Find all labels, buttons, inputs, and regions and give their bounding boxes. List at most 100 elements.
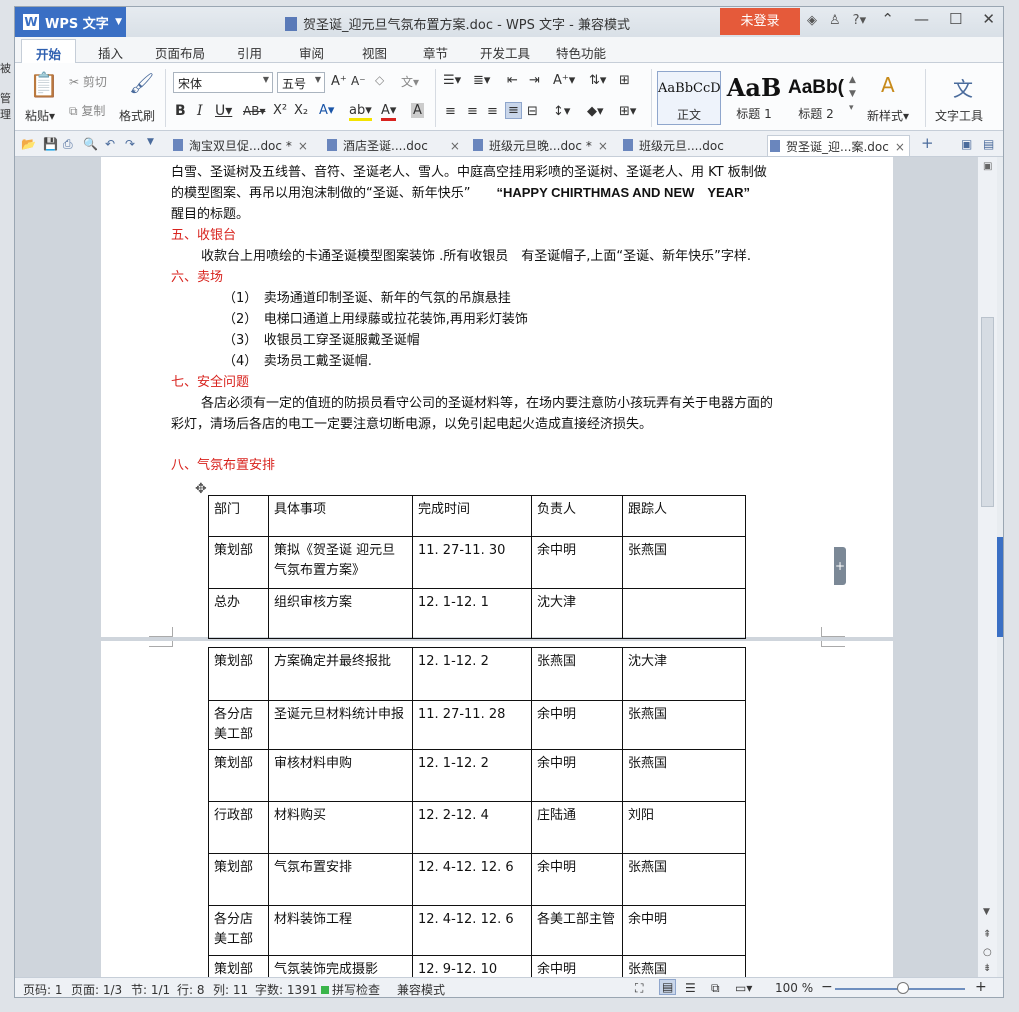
- tab-view[interactable]: 视图: [362, 43, 387, 62]
- table-cell[interactable]: 张燕国: [531, 647, 623, 701]
- font-size-combo[interactable]: 五号 ▼: [277, 72, 325, 93]
- table-cell[interactable]: 张燕国: [622, 853, 746, 906]
- print-preview-icon[interactable]: 🔍: [83, 137, 98, 151]
- table-move-handle-icon[interactable]: ✥: [195, 481, 207, 497]
- login-button[interactable]: 未登录: [720, 8, 800, 35]
- print-icon[interactable]: ⎙: [63, 137, 73, 152]
- fullscreen-view-icon[interactable]: ⛶: [635, 981, 643, 996]
- table-cell[interactable]: 沈大津: [622, 647, 746, 701]
- sort-icon[interactable]: ⇅▾: [589, 73, 606, 88]
- table-cell[interactable]: 余中明: [531, 749, 623, 802]
- table-cell[interactable]: 策划部: [208, 955, 269, 977]
- doc-tab-active[interactable]: 贺圣诞_迎...案.doc ×: [767, 135, 910, 156]
- table-cell[interactable]: 12. 4-12. 12. 6: [412, 905, 532, 956]
- table-cell[interactable]: 12. 1-12. 2: [412, 647, 532, 701]
- shading-icon[interactable]: ◆▾: [587, 104, 604, 119]
- table-cell[interactable]: 11. 27-11. 30: [412, 536, 532, 589]
- increase-indent-icon[interactable]: ⇥: [529, 73, 540, 88]
- table-cell[interactable]: 余中明: [531, 853, 623, 906]
- close-tab-icon[interactable]: ×: [298, 139, 308, 153]
- table-header-cell[interactable]: 完成时间: [412, 495, 532, 537]
- table-cell[interactable]: 刘阳: [622, 801, 746, 854]
- table-cell[interactable]: 余中明: [622, 905, 746, 956]
- table-cell[interactable]: 策划部: [208, 853, 269, 906]
- align-left-icon[interactable]: ≡: [445, 104, 456, 119]
- styles-scroll[interactable]: ▲ ▼ ▾: [849, 73, 856, 115]
- page-1[interactable]: 白雪、圣诞树及五线普、音符、圣诞老人、雪人。中庭高空挂用彩喷的圣诞树、圣诞老人、…: [101, 157, 893, 639]
- quick-access-menu-icon[interactable]: ▼: [147, 137, 154, 147]
- decrease-indent-icon[interactable]: ⇤: [507, 73, 518, 88]
- new-tab-icon[interactable]: +: [921, 134, 934, 152]
- table-cell[interactable]: 12. 2-12. 4: [412, 801, 532, 854]
- maximize-icon[interactable]: ☐: [949, 10, 962, 28]
- undo-icon[interactable]: ↶: [105, 137, 115, 151]
- table-cell[interactable]: 庄陆通: [531, 801, 623, 854]
- zoom-level[interactable]: 100 %: [775, 981, 813, 995]
- justify-icon[interactable]: ≡: [505, 102, 522, 119]
- table-cell[interactable]: 审核材料申购: [268, 749, 413, 802]
- web-view-icon[interactable]: ⧉: [711, 981, 720, 996]
- table-cell[interactable]: 余中明: [531, 536, 623, 589]
- table-cell[interactable]: 12. 1-12. 2: [412, 749, 532, 802]
- numbering-icon[interactable]: ≣▾: [473, 73, 490, 88]
- close-tab-icon[interactable]: ×: [598, 139, 608, 153]
- wps-app-menu-button[interactable]: W WPS 文字 ▼: [15, 7, 126, 37]
- table-cell[interactable]: 材料装饰工程: [268, 905, 413, 956]
- document-area[interactable]: 白雪、圣诞树及五线普、音符、圣诞老人、雪人。中庭高空挂用彩喷的圣诞树、圣诞老人、…: [15, 157, 1003, 977]
- doc-tab[interactable]: 酒店圣诞....doc ×: [325, 135, 464, 156]
- align-center-icon[interactable]: ≡: [467, 104, 478, 119]
- new-style-button[interactable]: 新样式▾: [867, 107, 909, 124]
- table-icon[interactable]: ⊞: [619, 73, 630, 88]
- open-icon[interactable]: 📂: [21, 137, 36, 151]
- doc-tab[interactable]: 班级元旦晚...doc * ×: [471, 135, 612, 156]
- table-cell[interactable]: 策划部: [208, 749, 269, 802]
- skin-icon[interactable]: ◈: [807, 13, 817, 28]
- status-page[interactable]: 页面: 1/3: [71, 981, 122, 997]
- redo-icon[interactable]: ↷: [125, 137, 135, 151]
- table-cell[interactable]: 11. 27-11. 28: [412, 700, 532, 750]
- font-color-icon[interactable]: A▾: [381, 103, 397, 121]
- copy-button[interactable]: ⧉ 复制: [69, 102, 105, 119]
- tab-page-layout[interactable]: 页面布局: [155, 43, 205, 62]
- scrollbar-thumb[interactable]: [981, 317, 994, 507]
- style-heading1[interactable]: AaB 标题 1: [723, 71, 785, 125]
- outline-view-icon[interactable]: ☰: [685, 981, 696, 995]
- italic-icon[interactable]: I: [197, 103, 203, 119]
- table-cell[interactable]: 材料购买: [268, 801, 413, 854]
- shirt-icon[interactable]: ♙: [829, 13, 841, 28]
- superscript-icon[interactable]: X²: [273, 103, 287, 118]
- text-tools-icon[interactable]: 文: [953, 73, 973, 102]
- align-right-icon[interactable]: ≡: [487, 104, 498, 119]
- tab-list-icon[interactable]: ▣: [961, 137, 972, 151]
- scroll-down-icon[interactable]: ▼: [983, 907, 990, 917]
- minimize-icon[interactable]: —: [914, 10, 929, 28]
- shrink-font-icon[interactable]: A⁻: [351, 74, 366, 88]
- tab-review[interactable]: 审阅: [299, 43, 324, 62]
- new-style-icon[interactable]: A: [881, 73, 895, 97]
- spell-check-toggle[interactable]: 拼写检查: [321, 981, 380, 997]
- page-view-icon[interactable]: ▤: [659, 979, 677, 995]
- char-shading-icon[interactable]: A: [411, 103, 424, 118]
- text-tools-button[interactable]: 文字工具: [935, 107, 983, 124]
- borders-icon[interactable]: ⊞▾: [619, 104, 636, 119]
- font-name-combo[interactable]: 宋体 ▼: [173, 72, 273, 93]
- browse-object-icon[interactable]: ○: [983, 947, 992, 958]
- prev-page-icon[interactable]: ⇞: [983, 929, 991, 940]
- format-painter-button[interactable]: 格式刷: [119, 107, 155, 124]
- paste-icon[interactable]: 📋: [29, 71, 59, 99]
- zoom-out-icon[interactable]: −: [821, 979, 833, 995]
- tab-home[interactable]: 开始: [21, 39, 77, 64]
- table-cell[interactable]: 策划部: [208, 647, 269, 701]
- tab-insert[interactable]: 插入: [98, 43, 123, 62]
- table-cell[interactable]: 方案确定并最终报批: [268, 647, 413, 701]
- zoom-slider-knob[interactable]: [897, 982, 909, 994]
- reading-view-icon[interactable]: ▭▾: [735, 981, 752, 995]
- table-cell[interactable]: 策划部: [208, 536, 269, 589]
- change-case-icon[interactable]: A⁺▾: [553, 73, 575, 88]
- table-cell[interactable]: 气氛装饰完成摄影: [268, 955, 413, 977]
- tab-chapter[interactable]: 章节: [423, 43, 448, 62]
- vertical-scrollbar[interactable]: ▣ ▼ ⇞ ○ ⇟: [977, 157, 997, 977]
- table-cell[interactable]: 圣诞元旦材料统计申报: [268, 700, 413, 750]
- table-cell[interactable]: 组织审核方案: [268, 588, 413, 639]
- bullets-icon[interactable]: ☰▾: [443, 73, 461, 88]
